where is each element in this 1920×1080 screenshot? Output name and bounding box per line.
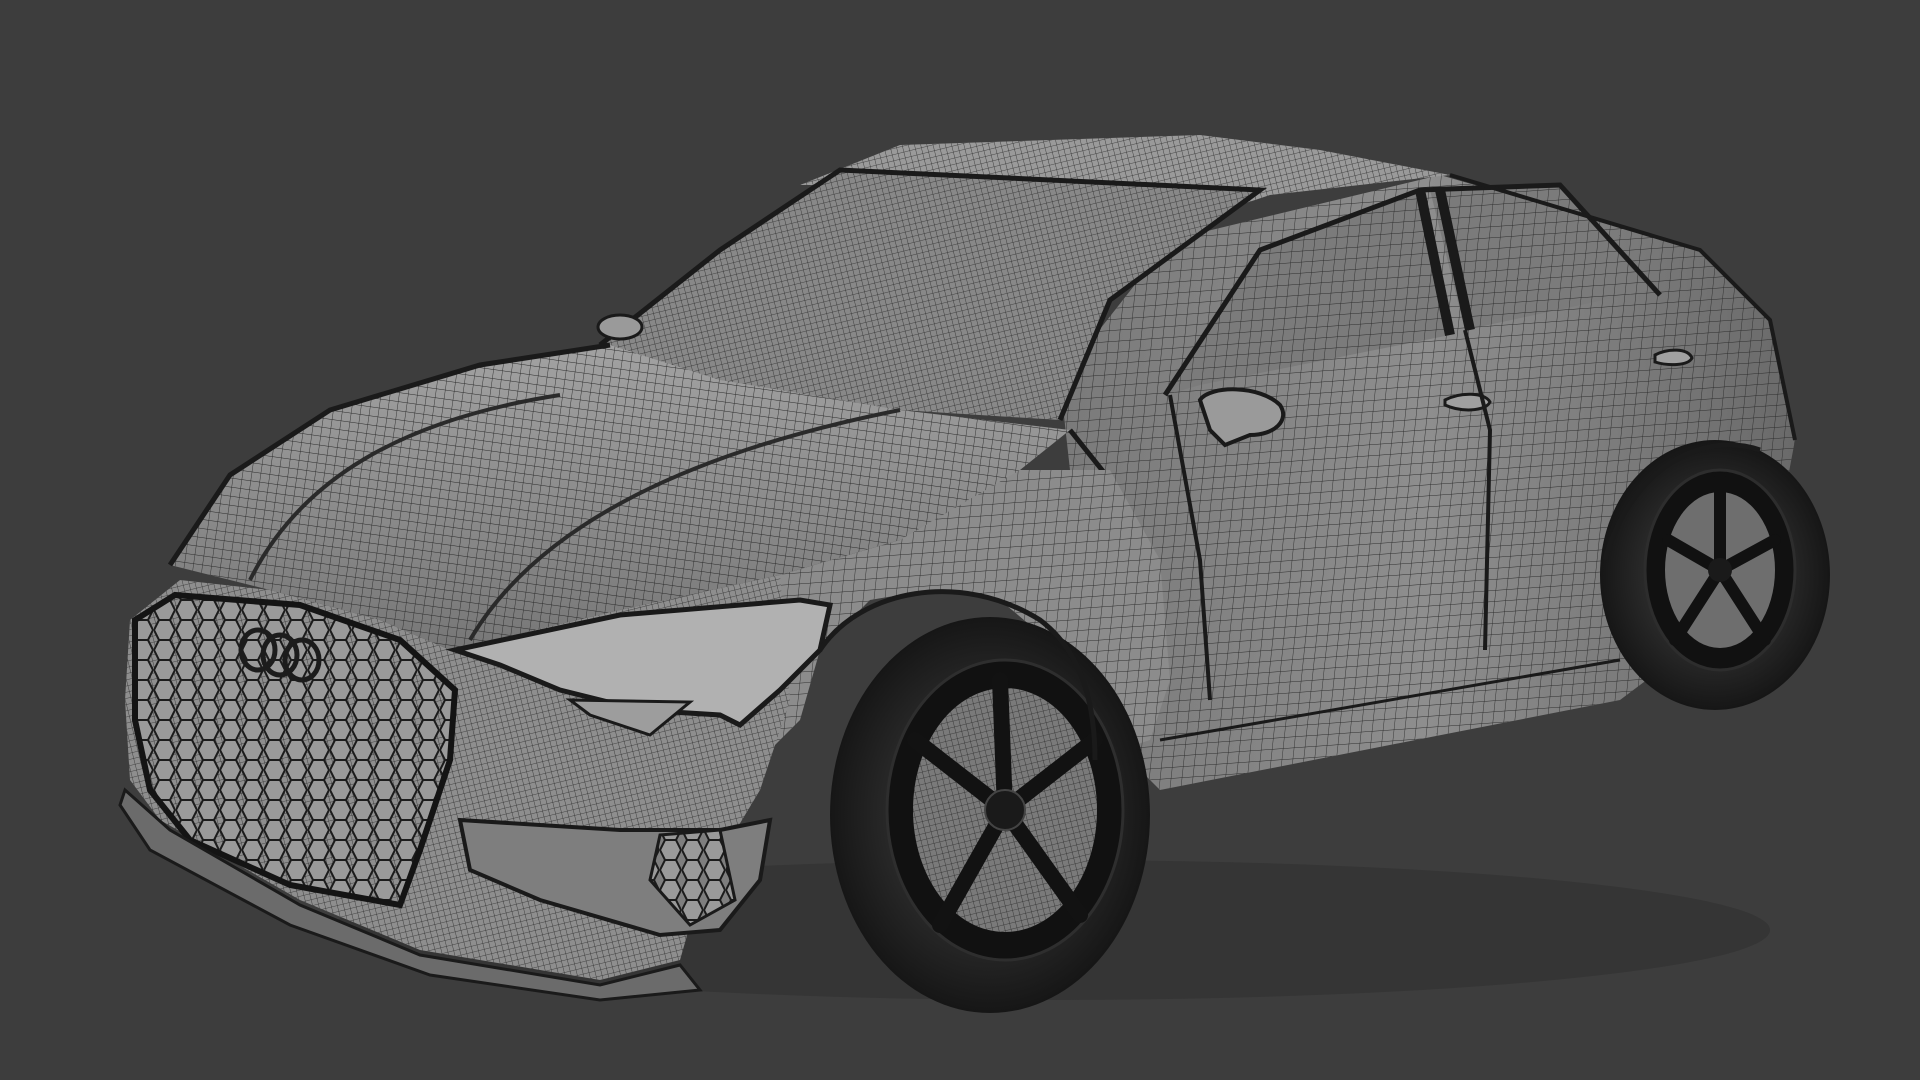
- rear-wheel: [1600, 440, 1830, 710]
- rear-door-handle: [1653, 348, 1694, 367]
- car-wireframe-render: [118, 135, 1830, 1013]
- front-wheel: [830, 617, 1150, 1013]
- left-side-mirror: [596, 313, 644, 341]
- 3d-viewport[interactable]: [0, 0, 1920, 1080]
